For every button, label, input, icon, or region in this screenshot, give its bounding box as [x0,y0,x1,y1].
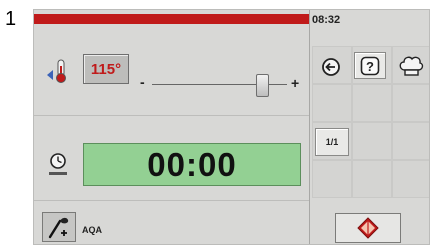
row-divider [34,115,309,116]
back-arrow-icon [322,58,340,76]
help-icon: ? [360,56,380,75]
chef-hat-icon [399,56,424,76]
chef-button[interactable] [395,52,427,80]
side-grid-cell [392,122,429,160]
side-grid-cell [312,84,352,122]
oven-control-panel: 08:32 115° - + 00:00 AQA ? 1/1 [33,9,430,245]
row-divider [34,200,309,201]
clock: 08:32 [312,14,341,26]
temperature-slider-handle[interactable] [256,74,270,97]
help-label: ? [366,59,374,74]
temperature-decrease-button[interactable]: - [140,74,145,90]
ratio-label: 1/1 [325,137,339,147]
probe-add-icon [48,217,69,239]
side-grid-cell [352,160,392,198]
probe-add-button[interactable] [42,212,76,242]
side-grid-cell [352,122,392,160]
start-button[interactable] [335,213,401,243]
start-icon [357,217,379,239]
timer-display[interactable]: 00:00 [83,143,301,186]
side-grid-cell [312,160,352,198]
temperature-increase-button[interactable]: + [291,75,299,91]
help-button[interactable]: ? [354,52,386,79]
side-grid-cell [352,84,392,122]
panel-divider [309,10,310,244]
side-grid-cell [392,160,429,198]
cycle-progress-fill [34,14,309,24]
back-button[interactable] [317,54,345,80]
side-grid-cell [392,84,429,122]
timer-icon [46,150,70,180]
page-number: 1 [5,8,17,30]
ratio-button[interactable]: 1/1 [315,128,349,156]
temperature-setpoint[interactable]: 115° [83,54,129,84]
program-label: AQA [82,225,102,235]
thermometer-icon [44,56,72,86]
cycle-progress-bar [34,14,309,24]
